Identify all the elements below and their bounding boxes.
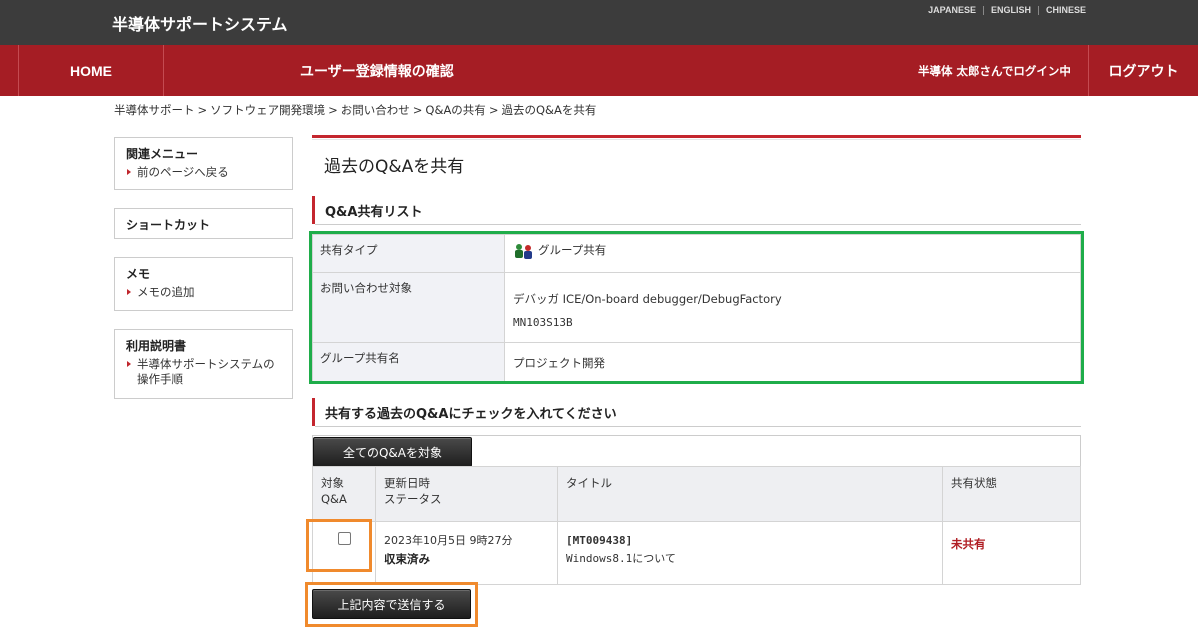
- nav-page-title: ユーザー登録情報の確認: [300, 63, 454, 80]
- table-row: 2023年10月5日 9時27分 収束済み [MT009438] Windows…: [312, 521, 1081, 585]
- group-name-value: プロジェクト開発: [504, 342, 1081, 383]
- qa-table: 対象 Q&A 更新日時 ステータス タイトル 共有状態 2023年10月5日 9…: [312, 466, 1081, 585]
- brand-title[interactable]: 半導体サポートシステム: [112, 11, 288, 35]
- inquiry-cell: デバッガ ICE/On-board debugger/DebugFactory …: [504, 272, 1081, 343]
- table-row: グループ共有名 プロジェクト開発: [312, 342, 1081, 383]
- inquiry-part-number: MN103S13B: [513, 316, 573, 329]
- status-badge: 収束済み: [384, 552, 430, 566]
- title-rule: [312, 135, 1081, 138]
- qa-id[interactable]: [MT009438]: [566, 532, 934, 550]
- share-state-badge: 未共有: [951, 537, 986, 551]
- breadcrumb-item[interactable]: ソフトウェア開発環境: [210, 103, 325, 117]
- breadcrumb: 半導体サポート > ソフトウェア開発環境 > お問い合わせ > Q&Aの共有 > 過去のQ&Aを…: [114, 102, 596, 118]
- col-header-updated: 更新日時 ステータス: [375, 466, 558, 522]
- inquiry-product: デバッガ ICE/On-board debugger/DebugFactory: [513, 292, 782, 306]
- group-name-label: グループ共有名: [312, 342, 505, 383]
- sidebar-related-menu: 関連メニュー 前のページへ戻る: [114, 137, 293, 190]
- lang-divider: [1037, 5, 1039, 15]
- inquiry-label: お問い合わせ対象: [312, 272, 505, 343]
- sidebar-title[interactable]: ショートカット: [126, 216, 281, 233]
- breadcrumb-separator: >: [412, 103, 423, 117]
- sidebar-manual: 利用説明書 半導体サポートシステムの 操作手順: [114, 329, 293, 399]
- nav-home-link[interactable]: HOME: [18, 45, 164, 96]
- table-header-row: 対象 Q&A 更新日時 ステータス タイトル 共有状態: [312, 466, 1081, 522]
- col-header-target-line1: 対象: [321, 476, 344, 490]
- qa-select-checkbox[interactable]: [337, 532, 351, 545]
- group-icon: [513, 243, 535, 259]
- breadcrumb-separator: >: [197, 103, 208, 117]
- table-row: 共有タイプ グループ共有: [312, 234, 1081, 273]
- lang-japanese[interactable]: JAPANESE: [928, 5, 976, 15]
- share-info-table: 共有タイプ グループ共有 お問い合わせ対象 デバッガ ICE/On-board …: [312, 234, 1081, 383]
- section-heading-select-qa: 共有する過去のQ&Aにチェックを入れてください: [312, 398, 1081, 427]
- updated-cell: 2023年10月5日 9時27分 収束済み: [375, 521, 558, 585]
- lang-english[interactable]: ENGLISH: [991, 5, 1031, 15]
- manual-link-line2: 操作手順: [137, 372, 183, 386]
- top-header: 半導体サポートシステム JAPANESE ENGLISH CHINESE: [0, 0, 1198, 45]
- sidebar-shortcut: ショートカット: [114, 208, 293, 239]
- col-header-target: 対象 Q&A: [312, 466, 376, 522]
- lang-chinese[interactable]: CHINESE: [1046, 5, 1086, 15]
- target-cell: [312, 521, 376, 585]
- col-header-target-line2: Q&A: [321, 492, 347, 506]
- add-memo-link[interactable]: メモの追加: [126, 285, 281, 300]
- submit-button[interactable]: 上記内容で送信する: [312, 589, 471, 619]
- col-header-title: タイトル: [557, 466, 943, 522]
- breadcrumb-current: 過去のQ&Aを共有: [501, 103, 597, 117]
- logout-button[interactable]: ログアウト: [1088, 45, 1198, 96]
- share-type-cell: グループ共有: [504, 234, 1081, 273]
- main-nav: HOME ユーザー登録情報の確認 半導体 太郎さんでログイン中 ログアウト: [0, 45, 1198, 96]
- breadcrumb-separator: >: [328, 103, 338, 117]
- title-rule-shadow: [312, 139, 1081, 140]
- manual-link[interactable]: 半導体サポートシステムの 操作手順: [126, 357, 281, 387]
- breadcrumb-item[interactable]: お問い合わせ: [341, 103, 410, 117]
- language-switcher: JAPANESE ENGLISH CHINESE: [928, 5, 1086, 15]
- sidebar-memo: メモ メモの追加: [114, 257, 293, 311]
- col-header-updated-line1: 更新日時: [384, 476, 430, 490]
- share-type-value: グループ共有: [538, 243, 607, 257]
- breadcrumb-separator: >: [488, 103, 499, 117]
- table-row: お問い合わせ対象 デバッガ ICE/On-board debugger/Debu…: [312, 272, 1081, 343]
- title-cell: [MT009438] Windows8.1について: [557, 521, 943, 585]
- select-all-button[interactable]: 全てのQ&Aを対象: [313, 437, 472, 467]
- lang-divider: [982, 5, 984, 15]
- qa-subject[interactable]: Windows8.1について: [566, 550, 934, 568]
- share-state-cell: 未共有: [942, 521, 1081, 585]
- login-status: 半導体 太郎さんでログイン中: [918, 63, 1071, 78]
- sidebar-title: 利用説明書: [126, 339, 187, 353]
- page-title: 過去のQ&Aを共有: [324, 157, 465, 177]
- sidebar-title: メモ: [126, 267, 151, 281]
- breadcrumb-item[interactable]: 半導体サポート: [114, 103, 195, 117]
- col-header-share-state: 共有状態: [942, 466, 1081, 522]
- share-type-label: 共有タイプ: [312, 234, 505, 273]
- manual-link-line1: 半導体サポートシステムの: [137, 357, 275, 371]
- breadcrumb-item[interactable]: Q&Aの共有: [425, 103, 485, 117]
- sidebar-title: 関連メニュー: [126, 147, 199, 161]
- col-header-updated-line2: ステータス: [384, 492, 442, 506]
- back-link[interactable]: 前のページへ戻る: [126, 165, 281, 180]
- updated-datetime: 2023年10月5日 9時27分: [384, 534, 513, 547]
- section-heading-share-list: Q&A共有リスト: [312, 196, 1081, 225]
